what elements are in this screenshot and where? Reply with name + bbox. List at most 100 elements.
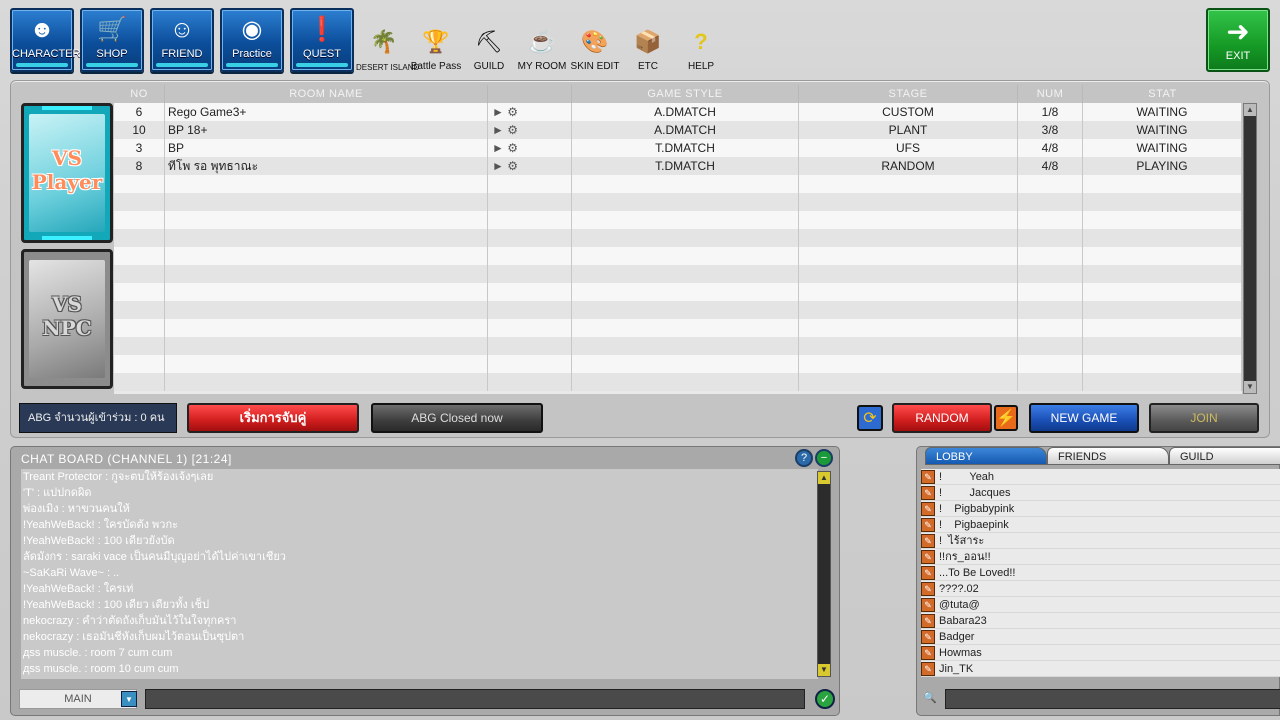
header-game-style[interactable]: GAME STYLE bbox=[572, 85, 799, 103]
vs-npc-mode-card[interactable]: VS NPC bbox=[21, 249, 113, 389]
quick-join-icon[interactable]: ⚡ bbox=[994, 405, 1018, 431]
gun-icon: ► bbox=[492, 105, 504, 119]
chat-message: ลัดมังกร : saraki vace เป็นคนมีบุญอย่าได… bbox=[23, 551, 286, 563]
list-item[interactable]: ✎! Jacques bbox=[921, 485, 1280, 501]
character-button[interactable]: ☻ CHARACTER bbox=[10, 8, 80, 72]
vs-npc-label: VS NPC bbox=[42, 292, 92, 340]
list-item[interactable]: ✎! Pigbaepink bbox=[921, 517, 1280, 533]
table-row[interactable]: 10 BP 18+ ► ⚙ A.DMATCH PLANT 3/8 WAITING bbox=[114, 121, 1242, 139]
rank-icon: ✎ bbox=[921, 662, 935, 676]
room-name: BP bbox=[165, 139, 488, 157]
list-item[interactable]: ✎! ไร้สาระ bbox=[921, 533, 1280, 549]
header-stat[interactable]: STAT bbox=[1083, 85, 1242, 103]
room-num: 4/8 bbox=[1018, 157, 1083, 175]
exit-label: EXIT bbox=[1225, 50, 1251, 62]
help-icon[interactable]: ? bbox=[795, 449, 813, 467]
list-item[interactable]: ✎ ????.02 bbox=[921, 581, 1280, 597]
start-matching-button[interactable]: เริ่มการจับคู่ bbox=[187, 403, 359, 433]
chat-message: !YeahWeBack! : 100 เดียวยังบัด bbox=[23, 535, 175, 547]
new-game-button[interactable]: NEW GAME bbox=[1029, 403, 1139, 433]
chevron-down-icon[interactable]: ▼ bbox=[121, 691, 137, 707]
list-item[interactable]: ✎ !!กร_ออน!! bbox=[921, 549, 1280, 565]
my-room-button[interactable]: ☕ MY ROOM bbox=[514, 26, 570, 72]
send-icon[interactable]: ✓ bbox=[815, 689, 835, 709]
header-no[interactable]: NO bbox=[114, 85, 165, 103]
box-icon: 📦 bbox=[634, 29, 662, 54]
desert-island-button[interactable]: 🌴 DESERT ISLAND bbox=[356, 26, 419, 72]
room-num: 1/8 bbox=[1018, 103, 1083, 121]
join-button[interactable]: JOIN bbox=[1149, 403, 1259, 433]
tab-friends[interactable]: FRIENDS bbox=[1047, 447, 1169, 465]
chat-message: Treant Protector : กูจะตบให้ร้องเจ้งๆเลย bbox=[23, 471, 214, 483]
quest-label: QUEST bbox=[303, 48, 341, 60]
table-row[interactable]: 6 Rego Game3+ ► ⚙ A.DMATCH CUSTOM 1/8 WA… bbox=[114, 103, 1242, 121]
rank-icon: ✎ bbox=[921, 566, 935, 580]
table-row[interactable]: 3 BP ► ⚙ T.DMATCH UFS 4/8 WAITING bbox=[114, 139, 1242, 157]
skin-edit-button[interactable]: 🎨 SKIN EDIT bbox=[567, 26, 623, 72]
header-stage[interactable]: STAGE bbox=[799, 85, 1018, 103]
list-item[interactable]: ✎! Pigbabypink bbox=[921, 501, 1280, 517]
scroll-up-arrow-icon[interactable]: ▲ bbox=[818, 472, 830, 484]
list-item[interactable]: ✎ Babara23 bbox=[921, 613, 1280, 629]
lobby-tabs: LOBBY FRIENDS GUILD bbox=[925, 447, 1280, 465]
top-navigation: ☻ CHARACTER 🛒 SHOP ☺ FRIEND ◉ Practice ❗… bbox=[0, 0, 1280, 78]
chat-message: nekocrazy : เธอมันชีหังเก็บผมไว้ตอนเป็นซ… bbox=[23, 631, 245, 643]
practice-label: Practice bbox=[232, 48, 272, 60]
table-row-empty bbox=[114, 229, 1242, 247]
chat-input[interactable] bbox=[145, 689, 805, 709]
list-item[interactable]: ✎! Yeah bbox=[921, 469, 1280, 485]
list-item[interactable]: ✎ @tuta@ bbox=[921, 597, 1280, 613]
scroll-up-arrow-icon[interactable]: ▲ bbox=[1244, 104, 1256, 116]
refresh-icon[interactable]: ⟳ bbox=[857, 405, 883, 431]
room-list-scrollbar[interactable]: ▲ ▼ bbox=[1243, 103, 1257, 394]
battle-pass-button[interactable]: 🏆 Battle Pass bbox=[408, 26, 464, 72]
chat-message: !YeahWeBack! : ใครเท่ bbox=[23, 583, 134, 595]
etc-button[interactable]: 📦 ETC bbox=[620, 26, 676, 72]
channel-select[interactable]: MAIN bbox=[19, 689, 137, 709]
room-no: 8 bbox=[114, 157, 165, 175]
tab-guild[interactable]: GUILD bbox=[1169, 447, 1280, 465]
help-button[interactable]: ? HELP bbox=[673, 26, 729, 72]
list-item[interactable]: ✎ ...To Be Loved!! bbox=[921, 565, 1280, 581]
minimize-icon[interactable]: − bbox=[815, 449, 833, 467]
room-table-body: 6 Rego Game3+ ► ⚙ A.DMATCH CUSTOM 1/8 WA… bbox=[114, 103, 1242, 394]
list-item[interactable]: ✎ Badger bbox=[921, 629, 1280, 645]
question-icon: ? bbox=[694, 29, 708, 54]
friend-button[interactable]: ☺ FRIEND bbox=[150, 8, 214, 72]
abg-closed-button[interactable]: ABG Closed now bbox=[371, 403, 543, 433]
list-item[interactable]: ✎ Jin_TK bbox=[921, 661, 1280, 677]
room-options: ► ⚙ bbox=[488, 139, 572, 157]
room-options: ► ⚙ bbox=[488, 121, 572, 139]
chat-board-title: CHAT BOARD (CHANNEL 1) [21:24] bbox=[21, 452, 232, 466]
list-item[interactable]: ✎ Howmas bbox=[921, 645, 1280, 661]
scroll-down-arrow-icon[interactable]: ▼ bbox=[818, 664, 830, 676]
chat-board-panel: CHAT BOARD (CHANNEL 1) [21:24] ? − Trean… bbox=[10, 446, 840, 716]
header-num[interactable]: NUM bbox=[1018, 85, 1083, 103]
practice-button[interactable]: ◉ Practice bbox=[220, 8, 284, 72]
vs-player-mode-card[interactable]: VS Player bbox=[21, 103, 113, 243]
shop-button[interactable]: 🛒 SHOP bbox=[80, 8, 144, 72]
rank-icon: ✎ bbox=[921, 630, 935, 644]
cart-icon: 🛒 bbox=[97, 16, 127, 43]
guild-button[interactable]: ⛏ GUILD bbox=[461, 26, 517, 72]
scroll-down-arrow-icon[interactable]: ▼ bbox=[1244, 381, 1256, 393]
vs-player-label: VS Player bbox=[31, 146, 103, 194]
quest-button[interactable]: ❗ QUEST bbox=[290, 8, 354, 72]
rank-icon: ✎ bbox=[921, 534, 935, 548]
table-row-empty bbox=[114, 337, 1242, 355]
gear-icon: ⚙ bbox=[507, 159, 518, 173]
room-stat: WAITING bbox=[1083, 103, 1242, 121]
room-table-header: NO ROOM NAME GAME STYLE STAGE NUM STAT bbox=[114, 85, 1259, 103]
lobby-search-input[interactable] bbox=[945, 689, 1280, 709]
room-stage: PLANT bbox=[799, 121, 1018, 139]
random-button[interactable]: RANDOM bbox=[892, 403, 992, 433]
header-room-name[interactable]: ROOM NAME bbox=[165, 85, 488, 103]
table-row[interactable]: 8 ทีโพ รอ พุทธาณะ ► ⚙ T.DMATCH RANDOM 4/… bbox=[114, 157, 1242, 175]
room-game-style: T.DMATCH bbox=[572, 157, 799, 175]
tab-lobby[interactable]: LOBBY bbox=[925, 447, 1047, 465]
rank-icon: ✎ bbox=[921, 598, 935, 612]
exit-button[interactable]: ➜ EXIT bbox=[1206, 8, 1270, 72]
etc-label: ETC bbox=[638, 61, 658, 72]
chat-scrollbar[interactable]: ▲ ▼ bbox=[817, 471, 831, 677]
shop-label: SHOP bbox=[96, 48, 128, 60]
